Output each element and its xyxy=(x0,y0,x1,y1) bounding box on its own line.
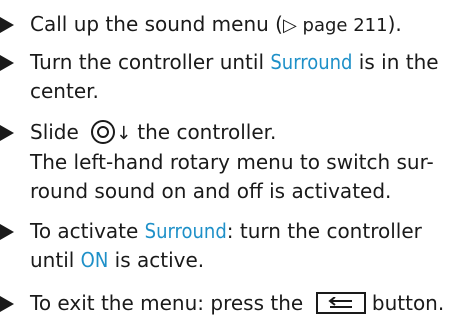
instruction-step: Call up the sound menu (▷ page 211). xyxy=(0,10,463,40)
step-line: To exit the menu: press the button. xyxy=(30,289,463,318)
instruction-step: Slide ↓ the controller. The left-hand rot… xyxy=(0,118,463,206)
controller-knob-icon xyxy=(91,120,116,144)
slide-down-arrow-icon: ↓ xyxy=(116,123,132,144)
step-line: The left-hand rotary menu to switch sur- xyxy=(30,150,434,174)
page-reference: ▷ page 211 xyxy=(282,15,388,36)
step-text: the controller. xyxy=(137,120,277,144)
step-text: To exit the menu: press the xyxy=(30,291,310,315)
step-line: Slide ↓ the controller. xyxy=(30,118,463,148)
menu-item-surround: Surround xyxy=(144,219,227,243)
step-text: Slide xyxy=(30,120,86,144)
menu-item-surround: Surround xyxy=(270,50,353,74)
menu-item-on: ON xyxy=(80,248,109,272)
step-line: until ON is active. xyxy=(30,246,463,275)
instruction-step: To exit the menu: press the button. xyxy=(0,289,463,318)
instruction-step: To activate Surround: turn the controlle… xyxy=(0,217,463,275)
instruction-step: Turn the controller until Surround is in… xyxy=(0,48,463,106)
bullet-triangle-icon xyxy=(0,55,14,71)
step-text: is active. xyxy=(108,248,205,272)
bullet-triangle-icon xyxy=(0,224,14,240)
step-line: center. xyxy=(30,79,99,103)
step-text: button. xyxy=(365,291,445,315)
step-line: round sound on and off is activated. xyxy=(30,179,392,203)
instruction-list: Call up the sound menu (▷ page 211). Tur… xyxy=(0,10,463,318)
back-button-icon xyxy=(315,292,366,314)
bullet-triangle-icon xyxy=(0,17,14,33)
step-text: Turn the controller until xyxy=(30,50,271,74)
bullet-triangle-icon xyxy=(0,125,14,141)
step-text: Call up the sound menu ( xyxy=(30,12,283,36)
step-text: : turn the controller xyxy=(226,219,422,243)
step-text: is in the xyxy=(352,50,439,74)
step-line: To activate Surround: turn the controlle… xyxy=(30,217,463,246)
step-text: To activate xyxy=(30,219,145,243)
bullet-triangle-icon xyxy=(0,296,14,312)
step-text: ). xyxy=(387,12,402,36)
step-line: Turn the controller until Surround is in… xyxy=(30,48,463,77)
step-text: until xyxy=(30,248,81,272)
step-line: Call up the sound menu (▷ page 211). xyxy=(30,10,463,40)
